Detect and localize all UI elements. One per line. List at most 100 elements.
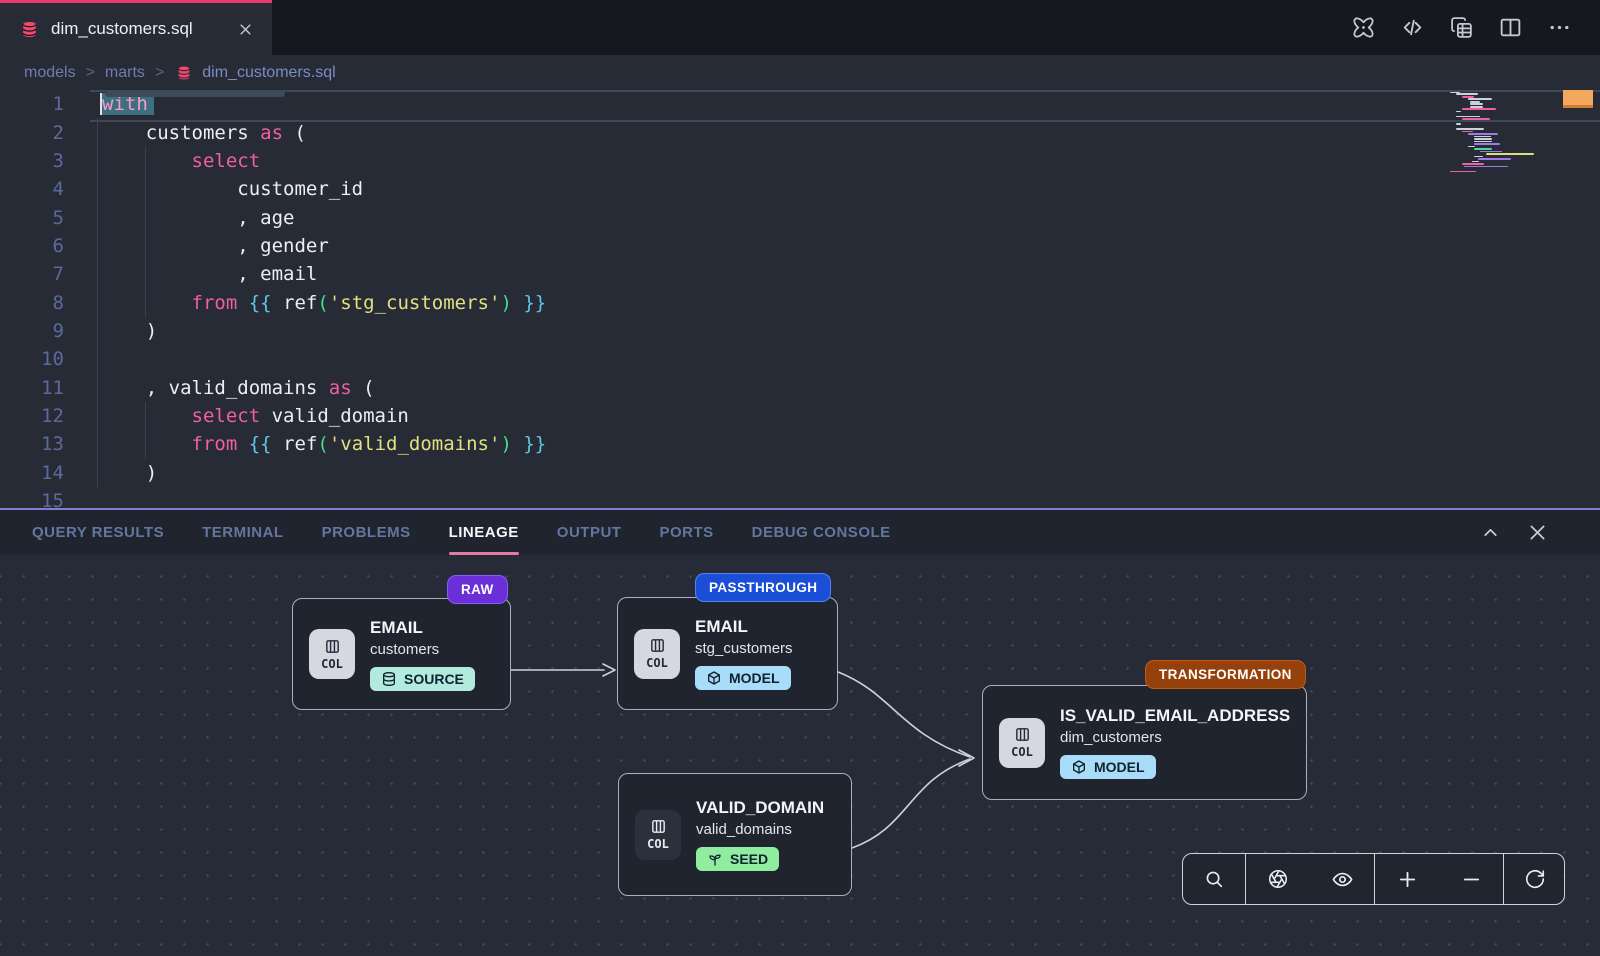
code-token: {{ <box>249 292 272 314</box>
minimap-line <box>1474 136 1491 138</box>
zoom-out-icon[interactable] <box>1439 854 1503 904</box>
minimap[interactable] <box>1448 91 1548 173</box>
code-line[interactable]: 9 ) <box>0 317 1600 345</box>
code-icon[interactable] <box>1400 15 1425 40</box>
code-token: ) <box>500 433 511 455</box>
breadcrumb-models[interactable]: models <box>24 64 76 82</box>
code-text: ) <box>100 320 157 342</box>
horizontal-scrollbar[interactable] <box>105 91 285 97</box>
edge-arrowhead <box>959 750 974 766</box>
code-line[interactable]: 10 <box>0 345 1600 373</box>
close-panel-icon[interactable] <box>1527 522 1548 543</box>
bottom-panel-header: QUERY RESULTS TERMINAL PROBLEMS LINEAGE OUTP… <box>0 510 1600 555</box>
column-chip-label: COL <box>647 837 669 851</box>
code-token: as <box>260 122 283 144</box>
panel-header-icons <box>1480 510 1548 555</box>
type-badge-model: MODEL <box>695 666 791 690</box>
column-chip: COL <box>634 629 680 679</box>
breadcrumb-file[interactable]: dim_customers.sql <box>202 64 335 82</box>
refresh-icon[interactable] <box>1504 854 1565 904</box>
panel-tab-lineage[interactable]: LINEAGE <box>449 510 519 555</box>
panel-tab-terminal[interactable]: TERMINAL <box>202 510 284 555</box>
code-token: customers <box>100 122 260 144</box>
minimap-line <box>1474 141 1492 143</box>
code-token: ) <box>500 292 511 314</box>
aperture-icon[interactable] <box>1246 854 1310 904</box>
lineage-node-customers[interactable]: COL EMAIL customers SOURCE <box>292 598 511 710</box>
lineage-node-dim-customers[interactable]: COL IS_VALID_EMAIL_ADDRESS dim_customers… <box>982 685 1307 800</box>
minimap-line <box>1470 101 1480 103</box>
code-line[interactable]: 15 <box>0 487 1600 508</box>
code-line[interactable]: 12 select valid_domain <box>0 402 1600 430</box>
code-line[interactable]: 11 , valid_domains as ( <box>0 373 1600 401</box>
code-token: ref <box>272 433 318 455</box>
panel-tab-query-results[interactable]: QUERY RESULTS <box>32 510 164 555</box>
tab-dim-customers-sql[interactable]: dim_customers.sql <box>0 0 272 55</box>
code-text: select <box>100 150 260 172</box>
search-icon[interactable] <box>1183 854 1245 904</box>
code-line[interactable]: 6 , gender <box>0 232 1600 260</box>
zoom-in-icon[interactable] <box>1375 854 1439 904</box>
badge-raw: RAW <box>447 575 508 604</box>
code-line[interactable]: 2 customers as ( <box>0 118 1600 146</box>
split-editor-icon[interactable] <box>1498 15 1523 40</box>
code-line[interactable]: 8 from {{ ref('stg_customers') }} <box>0 288 1600 316</box>
column-chip: COL <box>635 810 681 860</box>
editor-tab-bar: dim_customers.sql <box>0 0 1600 55</box>
minimap-line <box>1470 103 1483 105</box>
minimap-line <box>1462 96 1474 98</box>
line-number: 1 <box>0 93 64 115</box>
code-token <box>237 433 248 455</box>
code-line[interactable]: 3 select <box>0 147 1600 175</box>
code-line[interactable]: 14 ) <box>0 458 1600 486</box>
minimap-line <box>1456 93 1478 95</box>
code-token: 'stg_customers' <box>329 292 501 314</box>
lineage-node-stg-customers[interactable]: COL EMAIL stg_customers MODEL <box>617 597 838 710</box>
line-number: 2 <box>0 122 64 144</box>
database-icon <box>176 65 192 81</box>
badge-passthrough: PASSTHROUGH <box>695 573 831 602</box>
panel-tab-problems[interactable]: PROBLEMS <box>322 510 411 555</box>
collapse-panel-icon[interactable] <box>1480 522 1501 543</box>
tab-close-icon[interactable] <box>234 18 256 40</box>
code-token <box>512 433 523 455</box>
code-line[interactable]: 5 , age <box>0 203 1600 231</box>
code-text: customer_id <box>100 178 363 200</box>
code-text: , email <box>100 263 317 285</box>
minimap-line <box>1468 146 1475 148</box>
eye-icon[interactable] <box>1310 854 1374 904</box>
copy-table-icon[interactable] <box>1449 15 1474 40</box>
header-actions <box>1351 0 1572 55</box>
code-token: select <box>192 405 261 427</box>
minimap-line <box>1462 118 1490 120</box>
line-number: 15 <box>0 490 64 508</box>
dbt-logo-icon[interactable] <box>1351 15 1376 40</box>
minimap-line <box>1472 161 1479 163</box>
type-badge-model: MODEL <box>1060 755 1156 779</box>
code-token: valid_domain <box>260 405 409 427</box>
minimap-line <box>1462 108 1496 110</box>
edge-arrowhead <box>603 664 615 676</box>
panel-tab-ports[interactable]: PORTS <box>659 510 713 555</box>
line-number: 14 <box>0 462 64 484</box>
line-number: 9 <box>0 320 64 342</box>
column-chip: COL <box>309 629 355 679</box>
code-token: as <box>329 377 352 399</box>
panel-tab-debug-console[interactable]: DEBUG CONSOLE <box>752 510 891 555</box>
edge <box>838 672 970 757</box>
minimap-line <box>1474 138 1492 140</box>
code-line[interactable]: 7 , email <box>0 260 1600 288</box>
code-line[interactable]: 4 customer_id <box>0 175 1600 203</box>
type-badge-label: MODEL <box>1094 759 1145 775</box>
breadcrumb-marts[interactable]: marts <box>105 64 145 82</box>
minimap-line <box>1456 123 1461 125</box>
code-editor[interactable]: 1with2 customers as (3 select4 customer_… <box>0 90 1600 508</box>
more-icon[interactable] <box>1547 15 1572 40</box>
node-subtitle: dim_customers <box>1060 729 1290 746</box>
lineage-node-valid-domains[interactable]: COL VALID_DOMAIN valid_domains SEED <box>618 773 852 896</box>
lineage-canvas[interactable]: RAW PASSTHROUGH TRANSFORMATION COL EMAIL… <box>0 555 1600 956</box>
panel-tab-output[interactable]: OUTPUT <box>557 510 622 555</box>
code-line[interactable]: 13 from {{ ref('valid_domains') }} <box>0 430 1600 458</box>
code-token: ( <box>283 122 306 144</box>
code-token: {{ <box>249 433 272 455</box>
